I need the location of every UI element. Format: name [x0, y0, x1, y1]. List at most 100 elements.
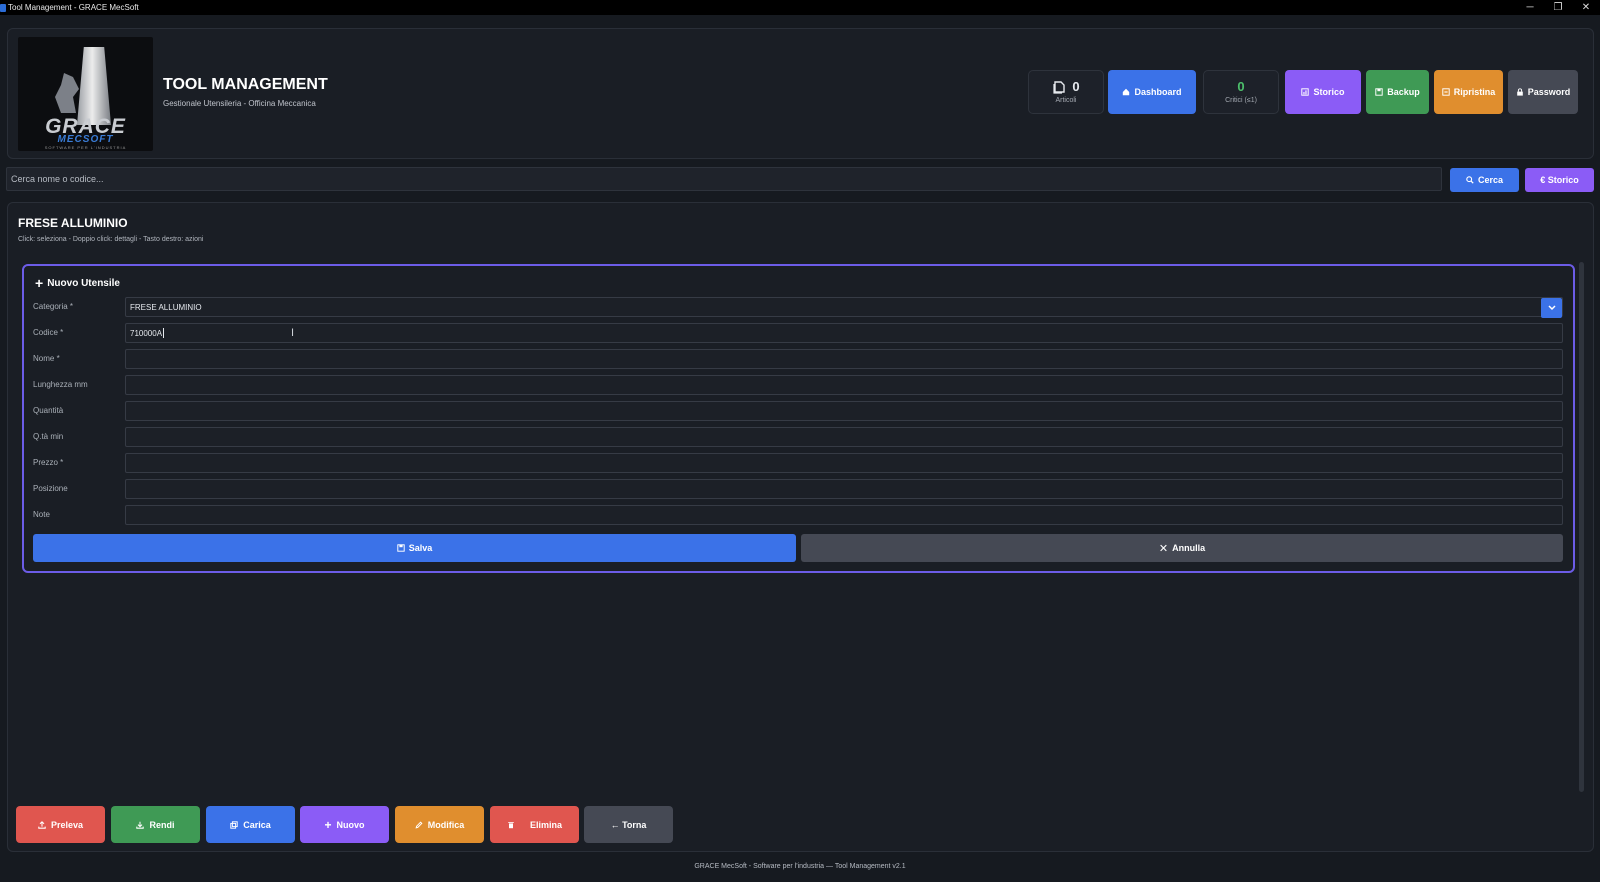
- cerca-button[interactable]: Cerca: [1450, 168, 1519, 192]
- field-label: Codice *: [33, 328, 64, 337]
- chevron-down-icon[interactable]: [1541, 298, 1562, 318]
- codice-input[interactable]: 710000A I: [125, 323, 1563, 343]
- download-icon: [136, 821, 145, 829]
- nuovo-label: Nuovo: [336, 819, 365, 830]
- preleva-label: Preleva: [50, 819, 84, 830]
- window-titlebar: Tool Management - GRACE MecSoft ─ ❐ ✕: [0, 0, 1600, 15]
- cerca-label: Cerca: [1477, 175, 1504, 185]
- minimize-button[interactable]: ─: [1516, 0, 1544, 15]
- modifica-button[interactable]: Modifica: [395, 806, 484, 843]
- posizione-input[interactable]: [125, 479, 1563, 499]
- carica-label: Carica: [243, 819, 271, 830]
- storico-euro-button[interactable]: € Storico: [1525, 168, 1594, 192]
- upload-icon: [38, 820, 46, 829]
- scrollbar[interactable]: [1579, 262, 1584, 792]
- elimina-button[interactable]: Elimina: [490, 806, 579, 843]
- categoria-select[interactable]: FRESE ALLUMINIO: [125, 297, 1563, 318]
- chart-icon: [1301, 88, 1310, 96]
- storico-button[interactable]: Storico: [1285, 70, 1361, 114]
- rendi-button[interactable]: Rendi: [111, 806, 200, 843]
- field-row-codice: Codice * 710000A I: [33, 323, 1563, 343]
- stat-critici: 0 Critici (≤1): [1203, 70, 1279, 114]
- pencil-icon: [415, 821, 423, 828]
- articoli-count: 0: [1072, 79, 1080, 94]
- window-title: Tool Management - GRACE MecSoft: [8, 3, 139, 12]
- storico-label: Storico: [1313, 87, 1345, 97]
- field-label: Lunghezza mm: [33, 380, 88, 389]
- save-label: Salva: [408, 543, 433, 553]
- modifica-label: Modifica: [427, 819, 465, 830]
- backup-label: Backup: [1387, 87, 1420, 97]
- main-panel: FRESE ALLUMINIO Click: seleziona - Doppi…: [7, 202, 1594, 852]
- elimina-label: Elimina: [529, 819, 562, 830]
- header-panel: GRACE MECSOFT SOFTWARE PER L'INDUSTRIA T…: [7, 28, 1594, 159]
- field-label: Quantità: [33, 406, 64, 415]
- field-row-qta-min: Q.tà min: [33, 427, 1563, 447]
- tower-graphic: [77, 47, 111, 125]
- field-row-nome: Nome *: [33, 349, 1563, 369]
- dashboard-button[interactable]: Dashboard: [1108, 70, 1196, 114]
- grace-logo: GRACE MECSOFT SOFTWARE PER L'INDUSTRIA: [18, 37, 153, 151]
- field-row-lunghezza: Lunghezza mm: [33, 375, 1563, 395]
- home-icon: [1123, 88, 1130, 96]
- qta-min-input[interactable]: [125, 427, 1563, 447]
- nome-input[interactable]: [125, 349, 1563, 369]
- rendi-label: Rendi: [149, 819, 175, 830]
- save-icon: [1375, 88, 1383, 96]
- app-subtitle: Gestionale Utensileria - Officina Meccan…: [163, 99, 316, 108]
- prezzo-input[interactable]: [125, 453, 1563, 473]
- copy-icon: [230, 820, 238, 829]
- articles-icon: [1053, 80, 1066, 94]
- category-title: FRESE ALLUMINIO: [18, 216, 128, 230]
- close-icon: ✕: [1158, 542, 1169, 555]
- field-label: Note: [33, 510, 50, 519]
- storico-euro-label: € Storico: [1540, 175, 1579, 185]
- lunghezza-input[interactable]: [125, 375, 1563, 395]
- field-label: Prezzo *: [33, 458, 64, 467]
- app-icon: [0, 3, 6, 12]
- field-row-prezzo: Prezzo *: [33, 453, 1563, 473]
- field-row-note: Note: [33, 505, 1563, 525]
- critici-count: 0: [1237, 79, 1245, 94]
- new-tool-form: + Nuovo Utensile Categoria * FRESE ALLUM…: [22, 264, 1575, 573]
- torna-label: ← Torna: [610, 819, 647, 830]
- dashboard-label: Dashboard: [1134, 87, 1182, 97]
- close-button[interactable]: ✕: [1572, 0, 1600, 15]
- plus-icon: +: [324, 817, 332, 832]
- backup-button[interactable]: Backup: [1366, 70, 1429, 114]
- field-label: Categoria *: [33, 302, 74, 311]
- field-label: Nome *: [33, 354, 60, 363]
- search-input[interactable]: Cerca nome o codice...: [6, 167, 1442, 191]
- logo-mecsoft-text: MECSOFT: [57, 134, 114, 145]
- torna-button[interactable]: ← Torna: [584, 806, 673, 843]
- carica-button[interactable]: Carica: [206, 806, 295, 843]
- field-label: Posizione: [33, 484, 68, 493]
- trash-icon: [508, 821, 514, 828]
- codice-value: 710000A: [130, 328, 163, 338]
- field-row-quantita: Quantità: [33, 401, 1563, 421]
- restore-icon: [1442, 88, 1450, 96]
- form-title-label: Nuovo Utensile: [47, 277, 120, 289]
- stat-articoli: 0 Articoli: [1028, 70, 1104, 114]
- password-label: Password: [1527, 87, 1571, 97]
- note-input[interactable]: [125, 505, 1563, 525]
- field-row-posizione: Posizione: [33, 479, 1563, 499]
- save-button[interactable]: Salva: [33, 534, 796, 562]
- lock-icon: [1516, 88, 1523, 96]
- app-title: TOOL MANAGEMENT: [163, 76, 328, 93]
- ripristina-button[interactable]: Ripristina: [1434, 70, 1503, 114]
- text-caret: [163, 328, 165, 338]
- restore-button[interactable]: ❐: [1544, 0, 1572, 15]
- search-icon: [1466, 176, 1474, 184]
- quantita-input[interactable]: [125, 401, 1563, 421]
- preleva-button[interactable]: Preleva: [16, 806, 105, 843]
- plus-icon: +: [35, 275, 44, 291]
- cancel-button[interactable]: ✕ Annulla: [801, 534, 1563, 562]
- categoria-value: FRESE ALLUMINIO: [130, 302, 202, 312]
- field-label: Q.tà min: [33, 432, 64, 441]
- nuovo-button[interactable]: + Nuovo: [300, 806, 389, 843]
- password-button[interactable]: Password: [1508, 70, 1578, 114]
- form-title: + Nuovo Utensile: [35, 275, 120, 291]
- logo-tagline: SOFTWARE PER L'INDUSTRIA: [44, 145, 127, 150]
- cancel-label: Annulla: [1172, 543, 1206, 553]
